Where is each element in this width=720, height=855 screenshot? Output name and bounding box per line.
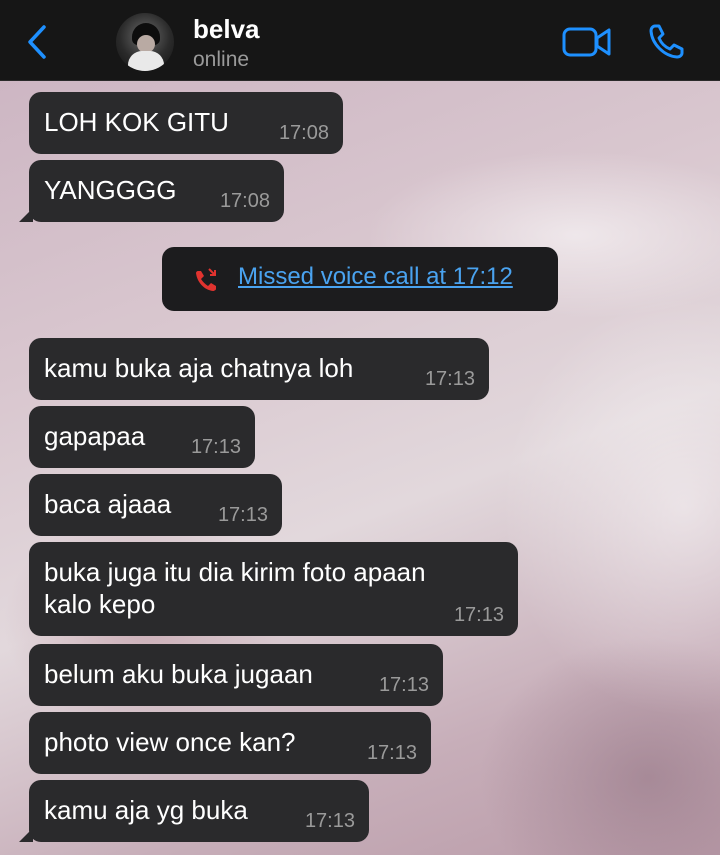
video-camera-icon: [562, 27, 611, 57]
chevron-left-icon: [28, 25, 46, 59]
message-bubble[interactable]: LOH KOK GITU 17:08: [29, 92, 343, 154]
message-bubble[interactable]: photo view once kan? 17:13: [29, 712, 431, 774]
bubble-tail: [19, 828, 33, 842]
missed-call-text[interactable]: Missed voice call at 17:12: [238, 263, 513, 291]
message-time: 17:13: [217, 504, 268, 526]
missed-call-icon: [196, 268, 216, 291]
phone-icon: [649, 24, 684, 59]
message-time: 17:08: [278, 122, 329, 144]
contact-status: online: [193, 48, 250, 71]
message-time: 17:08: [219, 190, 270, 212]
bubble-tail: [19, 208, 33, 222]
message-text: kamu buka aja chatnya loh: [44, 353, 354, 383]
message-text: baca ajaaa: [44, 489, 172, 519]
message-bubble[interactable]: baca ajaaa 17:13: [29, 474, 282, 536]
message-time: 17:13: [378, 674, 429, 696]
message-text: buka juga itu dia kirim foto apaan kalo …: [44, 557, 426, 619]
message-time: 17:13: [453, 604, 504, 626]
message-time: 17:13: [190, 436, 241, 458]
message-text: photo view once kan?: [44, 727, 296, 757]
message-bubble[interactable]: buka juga itu dia kirim foto apaan kalo …: [29, 542, 518, 636]
back-button[interactable]: [20, 22, 54, 62]
message-bubble[interactable]: gapapaa 17:13: [29, 406, 255, 468]
message-text: belum aku buka jugaan: [44, 659, 313, 689]
message-text: kamu aja yg buka: [44, 795, 248, 825]
missed-call-notice[interactable]: Missed voice call at 17:12: [162, 247, 558, 311]
message-time: 17:13: [424, 368, 475, 390]
message-text: YANGGGG: [44, 175, 177, 205]
message-bubble[interactable]: belum aku buka jugaan 17:13: [29, 644, 443, 706]
voice-call-button[interactable]: [644, 20, 688, 64]
message-bubble[interactable]: YANGGGG 17:08: [19, 160, 284, 222]
chat-header: belva online: [0, 0, 720, 81]
message-text: LOH KOK GITU: [44, 107, 229, 137]
contact-name[interactable]: belva: [193, 14, 260, 45]
message-time: 17:13: [366, 742, 417, 764]
message-bubble[interactable]: kamu aja yg buka 17:13: [19, 780, 369, 842]
message-text: gapapaa: [44, 421, 146, 451]
message-time: 17:13: [304, 810, 355, 832]
message-bubble[interactable]: kamu buka aja chatnya loh 17:13: [29, 338, 489, 400]
video-call-button[interactable]: [562, 22, 612, 62]
avatar[interactable]: [116, 13, 174, 71]
